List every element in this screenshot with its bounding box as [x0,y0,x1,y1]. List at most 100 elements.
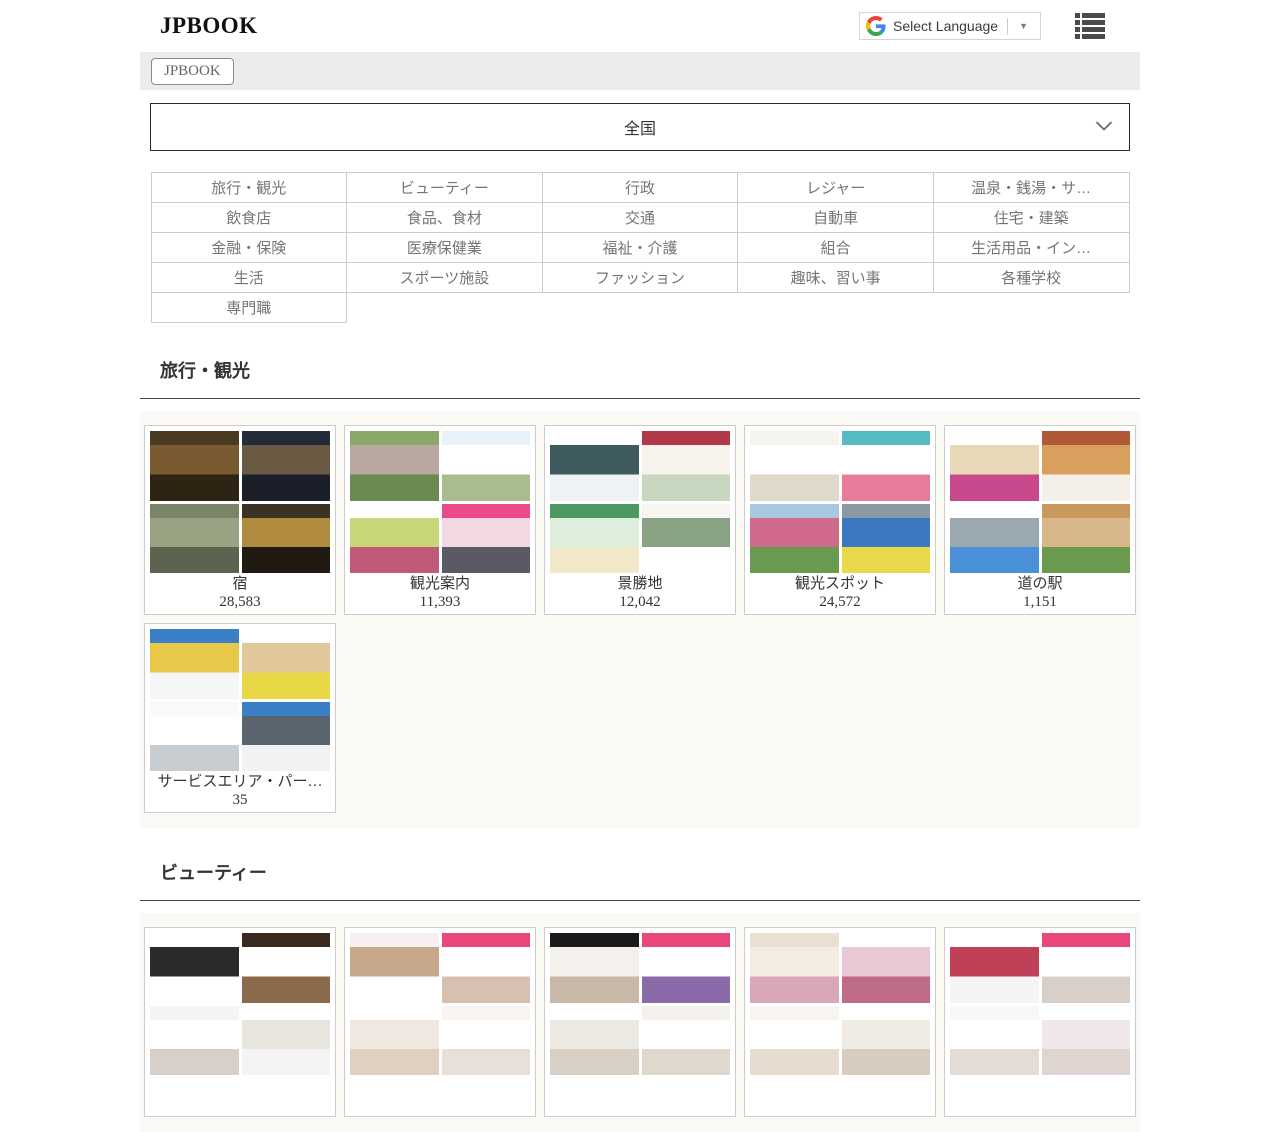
category-card[interactable] [344,927,536,1117]
menu-list-icon[interactable] [1075,13,1105,39]
thumbnail-collage [150,629,330,771]
thumbnail-collage [950,933,1130,1075]
category-card[interactable]: 景勝地12,042 [544,425,736,615]
section-title: 旅行・観光 [160,359,1140,383]
category-link[interactable]: 各種学校 [933,263,1129,293]
thumbnail-image [842,504,931,574]
category-link[interactable]: 食品、食材 [347,203,543,233]
google-translate-widget[interactable]: Select Language ▼ [859,12,1041,40]
category-row: 生活スポーツ施設ファッション趣味、習い事各種学校 [151,263,1129,293]
thumbnail-image [350,933,439,1003]
thumbnail-image [242,504,331,574]
thumbnail-collage [150,431,330,573]
category-link[interactable]: 飲食店 [151,203,347,233]
category-row: 飲食店食品、食材交通自動車住宅・建築 [151,203,1129,233]
category-link[interactable]: 自動車 [738,203,934,233]
category-link[interactable]: 趣味、習い事 [738,263,934,293]
section-title: ビューティー [160,861,1140,885]
dropdown-arrow-icon: ▼ [1015,21,1032,31]
thumbnail-image [750,1006,839,1076]
category-link[interactable]: 交通 [542,203,738,233]
thumbnail-image [950,933,1039,1003]
card-label: サービスエリア・パー… [150,773,330,792]
card-count: 11,393 [350,594,530,611]
category-link[interactable]: スポーツ施設 [347,263,543,293]
category-card[interactable]: 観光案内11,393 [344,425,536,615]
card-label: 道の駅 [950,575,1130,594]
category-link[interactable]: レジャー [738,173,934,203]
thumbnail-image [750,933,839,1003]
category-link[interactable]: ビューティー [347,173,543,203]
category-card[interactable] [544,927,736,1117]
thumbnail-image [150,702,239,772]
category-link[interactable]: ファッション [542,263,738,293]
thumbnail-image [1042,1006,1131,1076]
section-divider [140,398,1140,399]
thumbnail-image [350,1006,439,1076]
thumbnail-image [642,504,731,574]
thumbnail-image [950,431,1039,501]
card-count: 35 [150,792,330,809]
thumbnail-image [150,504,239,574]
section-card-grid: 宿28,583観光案内11,393景勝地12,042観光スポット24,572道の… [140,411,1140,828]
thumbnail-image [242,431,331,501]
category-sections: 旅行・観光宿28,583観光案内11,393景勝地12,042観光スポット24,… [140,359,1140,1132]
card-label: 観光案内 [350,575,530,594]
category-row: 専門職 [151,293,1129,323]
category-card[interactable]: サービスエリア・パー…35 [144,623,336,813]
chevron-down-icon [1095,120,1113,132]
category-row: 金融・保険医療保健業福祉・介護組合生活用品・イン… [151,233,1129,263]
category-link[interactable]: 温泉・銭湯・サ… [933,173,1129,203]
card-label: 宿 [150,575,330,594]
category-link[interactable]: 組合 [738,233,934,263]
section-divider [140,900,1140,901]
thumbnail-collage [550,431,730,573]
thumbnail-image [242,933,331,1003]
category-card[interactable] [144,927,336,1117]
category-link[interactable]: 福祉・介護 [542,233,738,263]
category-link[interactable]: 専門職 [151,293,347,323]
thumbnail-image [1042,431,1131,501]
card-count: 1,151 [950,594,1130,611]
site-title: JPBOOK [160,13,258,39]
thumbnail-image [842,933,931,1003]
page: JPBOOK Select Language ▼ JPB [140,0,1140,1132]
section-card-grid [140,913,1140,1132]
category-link[interactable]: 医療保健業 [347,233,543,263]
card-count: 28,583 [150,594,330,611]
thumbnail-collage [350,431,530,573]
category-link[interactable]: 金融・保険 [151,233,347,263]
category-link[interactable]: 旅行・観光 [151,173,347,203]
thumbnail-collage [750,933,930,1075]
category-card[interactable]: 道の駅1,151 [944,425,1136,615]
thumbnail-image [150,629,239,699]
category-card[interactable] [744,927,936,1117]
thumbnail-image [150,1006,239,1076]
google-logo-icon [866,16,886,36]
category-link[interactable]: 行政 [542,173,738,203]
thumbnail-image [150,431,239,501]
card-count: 12,042 [550,594,730,611]
category-link[interactable]: 生活 [151,263,347,293]
thumbnail-collage [950,431,1130,573]
thumbnail-image [750,431,839,501]
translate-label: Select Language [893,18,998,34]
category-link[interactable]: 生活用品・イン… [933,233,1129,263]
thumbnail-image [842,431,931,501]
breadcrumb-bar: JPBOOK [140,52,1140,90]
breadcrumb-home-button[interactable]: JPBOOK [151,58,234,85]
category-card[interactable]: 宿28,583 [144,425,336,615]
category-card[interactable] [944,927,1136,1117]
thumbnail-image [242,702,331,772]
category-card[interactable]: 観光スポット24,572 [744,425,936,615]
region-select-value: 全国 [624,115,656,139]
thumbnail-image [350,431,439,501]
region-select[interactable]: 全国 [150,103,1130,151]
thumbnail-image [950,1006,1039,1076]
thumbnail-image [642,1006,731,1076]
card-label: 観光スポット [750,575,930,594]
thumbnail-image [442,431,531,501]
category-link[interactable]: 住宅・建築 [933,203,1129,233]
thumbnail-image [1042,933,1131,1003]
thumbnail-image [150,933,239,1003]
